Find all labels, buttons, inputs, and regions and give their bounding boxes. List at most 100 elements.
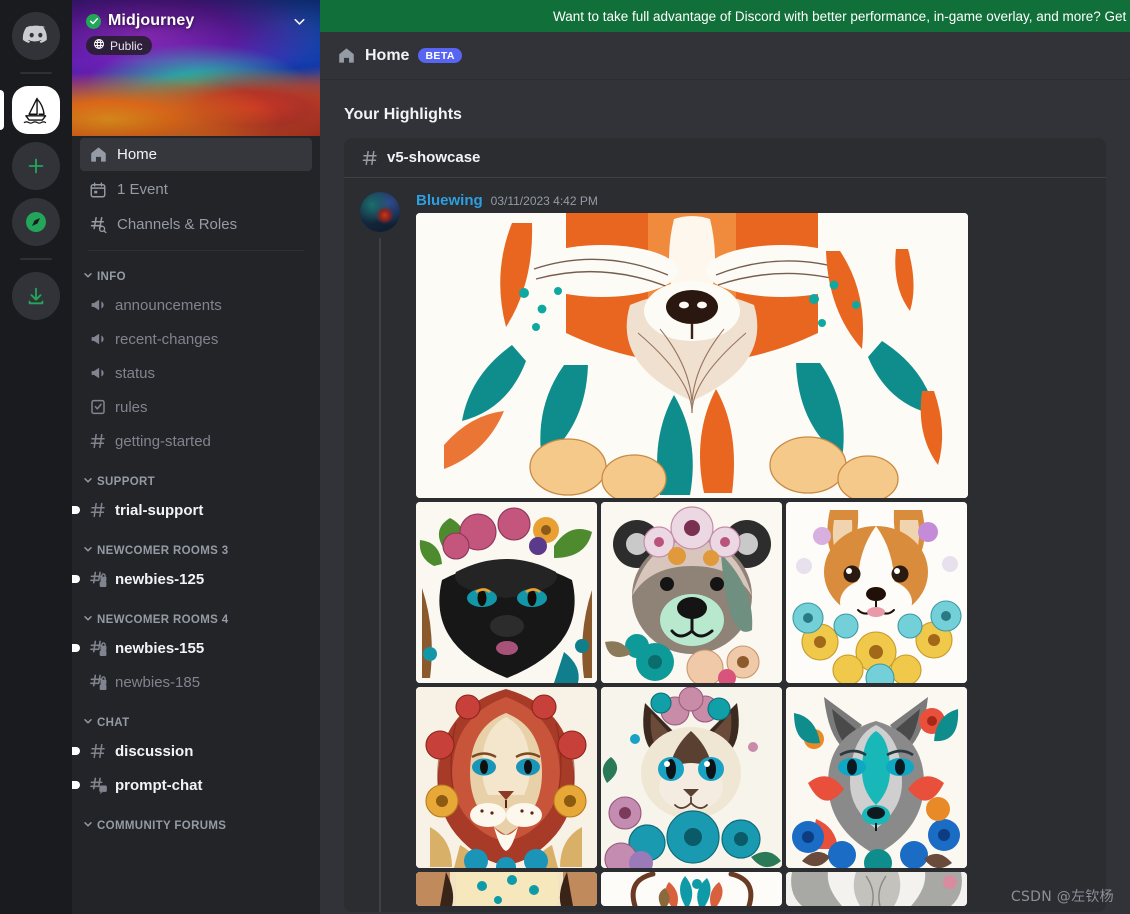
main-content: Home BETA Your Highlights v5-showcase Bl… [320,0,1130,914]
rules-icon [88,397,108,417]
channel-category-info[interactable]: INFO [80,253,312,288]
channel-category-chat[interactable]: CHAT [80,699,312,734]
home-content: Your Highlights v5-showcase Bluewing 03/… [320,80,1130,914]
message-timestamp: 03/11/2023 4:42 PM [490,194,598,208]
rail-divider-2 [20,258,52,260]
channel-category-community-forums[interactable]: COMMUNITY FORUMS [80,802,312,837]
hash-icon [88,431,108,451]
channel-item-prompt-chat[interactable]: prompt-chat [72,768,312,802]
hash-lock-icon [88,638,108,658]
channel-label: discussion [115,742,194,760]
channel-item-newbies-125[interactable]: newbies-125 [72,562,312,596]
globe-icon [93,38,105,53]
channel-item-newbies-155[interactable]: newbies-155 [72,631,312,665]
channel-item-status[interactable]: status [80,356,312,390]
attachment-deer-antlers-floral[interactable] [601,872,782,906]
active-server-pill [0,90,4,130]
sidebar-item-channels-roles[interactable]: Channels & Roles [80,208,312,241]
channel-item-getting-started[interactable]: getting-started [80,424,312,458]
rail-item-discord-home[interactable] [12,12,60,60]
highlight-card: v5-showcase Bluewing 03/11/2023 4:42 PM [344,138,1106,912]
channel-sidebar: Midjourney Public Home 1 Event Channels … [72,0,320,914]
channel-categories: INFO announcements recent-changes status rul… [72,253,312,837]
unread-indicator [72,506,80,514]
attachment-bear-floral[interactable] [601,502,782,683]
channel-item-announcements[interactable]: announcements [80,288,312,322]
category-label: NEWCOMER ROOMS 4 [97,613,229,626]
sidebar-item-events[interactable]: 1 Event [80,173,312,206]
announcement-icon [88,363,108,383]
channel-label: newbies-185 [115,673,201,691]
hash-lock-icon [88,569,108,589]
server-rail [0,0,72,914]
rail-item-add-server[interactable] [12,142,60,190]
server-header[interactable]: Midjourney [86,12,308,30]
channel-label: announcements [115,296,222,314]
channel-category-newcomer-rooms-3[interactable]: NEWCOMER ROOMS 3 [80,527,312,562]
main-topbar: Home BETA [320,32,1130,80]
highlight-message: Bluewing 03/11/2023 4:42 PM [344,178,1106,912]
announcement-icon [88,295,108,315]
attachment-corgi-floral[interactable] [786,502,967,683]
unread-indicator [72,644,80,652]
attachment-row-3 [416,872,1090,906]
hash-icon [360,148,380,168]
server-name: Midjourney [108,12,195,29]
attachment-elephant-floral[interactable] [786,872,967,906]
channel-item-discussion[interactable]: discussion [72,734,312,768]
chevron-down-icon [82,269,94,284]
attachment-black-panther-floral[interactable] [416,502,597,683]
unread-indicator [72,575,80,583]
attachment-siamese-cat-floral[interactable] [601,687,782,868]
channel-item-rules[interactable]: rules [80,390,312,424]
channel-list[interactable]: Home 1 Event Channels & Roles INFO annou… [72,136,320,914]
highlight-card-channel[interactable]: v5-showcase [344,138,1106,178]
chevron-down-icon [82,474,94,489]
message-author[interactable]: Bluewing [416,192,483,209]
category-label: COMMUNITY FORUMS [97,819,227,832]
channel-category-newcomer-rooms-4[interactable]: NEWCOMER ROOMS 4 [80,596,312,631]
promo-banner[interactable]: Want to take full advantage of Discord w… [320,0,1130,32]
channel-label: trial-support [115,501,204,519]
channel-label: prompt-chat [115,776,203,794]
sidebar-item-home-label: Home [117,146,158,163]
compass-icon [12,198,60,246]
message-header: Bluewing 03/11/2023 4:42 PM [416,192,1090,209]
server-privacy-label: Public [110,38,143,53]
message-attachments [416,213,1090,912]
rail-item-download-apps[interactable] [12,272,60,320]
channel-label: rules [115,398,148,416]
category-label: NEWCOMER ROOMS 3 [97,544,229,557]
channels-roles-icon [88,215,108,235]
attachment-lion-floral[interactable] [416,687,597,868]
unread-indicator [72,781,80,789]
unread-indicator [72,747,80,755]
page-title: Home [365,46,410,64]
channel-item-newbies-185[interactable]: newbies-185 [80,665,312,699]
chevron-down-icon [82,543,94,558]
sidebar-item-home[interactable]: Home [80,138,312,171]
channel-item-recent-changes[interactable]: recent-changes [80,322,312,356]
avatar[interactable] [360,192,400,232]
rail-item-server-midjourney[interactable] [0,86,60,134]
promo-banner-text: Want to take full advantage of Discord w… [553,8,1127,24]
beta-badge: BETA [418,48,462,63]
channel-item-trial-support[interactable]: trial-support [72,493,312,527]
sidebar-divider [88,250,304,251]
rail-divider [20,72,52,74]
chevron-down-icon [82,818,94,833]
sidebar-item-channels-roles-label: Channels & Roles [117,216,238,233]
chevron-down-icon[interactable] [291,13,308,30]
attachment-wolf-floral[interactable] [786,687,967,868]
rail-item-explore-servers[interactable] [12,198,60,246]
server-banner[interactable]: Midjourney Public [72,0,320,136]
channel-category-support[interactable]: SUPPORT [80,458,312,493]
category-label: SUPPORT [97,475,156,488]
watermark: CSDN @左钦杨 [1010,889,1114,905]
channel-label: status [115,364,156,382]
attachment-fox-floral-hero[interactable] [416,213,968,498]
channel-label: newbies-155 [115,639,205,657]
server-privacy-badge: Public [86,36,152,55]
attachment-cream-animal-floral[interactable] [416,872,597,906]
home-icon [88,145,108,165]
